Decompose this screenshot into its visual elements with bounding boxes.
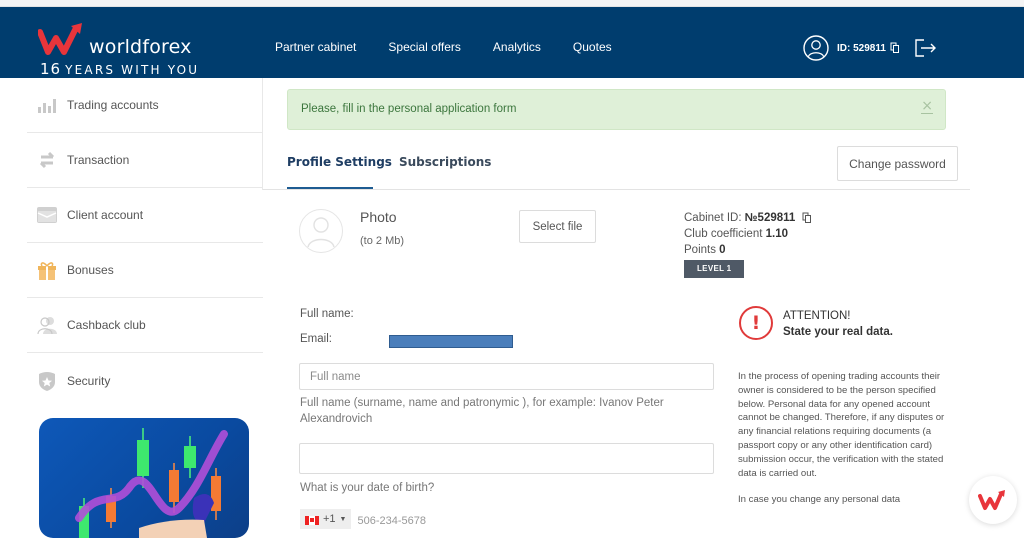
sidebar-item-label: Transaction [67, 153, 130, 167]
phone-input[interactable]: 506-234-5678 [357, 515, 426, 527]
sidebar: Trading accounts Transaction Client acco… [27, 78, 263, 408]
trading-illustration [75, 428, 228, 538]
points-row: Points 0 [684, 242, 812, 258]
attention-heading: ATTENTION! State your real data. [783, 308, 893, 340]
attention-paragraph: In the process of opening trading accoun… [738, 371, 945, 479]
brand-tagline: 16 YEARS WITH YOU [40, 60, 199, 78]
tab-profile-settings[interactable]: Profile Settings [287, 155, 392, 169]
transfer-arrows-icon [37, 150, 57, 170]
cabinet-info: Cabinet ID: №529811 Club coefficient 1.1… [684, 210, 812, 278]
cabinet-id-value: №529811 [744, 212, 796, 224]
phone-field: +1 ▼ 506-234-5678 [300, 509, 426, 529]
nav-quotes[interactable]: Quotes [573, 40, 612, 54]
copy-icon[interactable] [802, 212, 812, 224]
top-nav: Partner cabinet Special offers Analytics… [275, 40, 644, 54]
attention-paragraph: In case you change any personal data [738, 494, 901, 506]
sidebar-item-label: Cashback club [67, 318, 146, 332]
worldforex-w-icon [978, 490, 1005, 510]
sidebar-item-cashback-club[interactable]: Cashback club [27, 298, 263, 353]
tab-subscriptions[interactable]: Subscriptions [399, 155, 491, 169]
date-of-birth-hint: What is your date of birth? [300, 482, 435, 494]
nav-special-offers[interactable]: Special offers [388, 40, 461, 54]
sidebar-item-bonuses[interactable]: Bonuses [27, 243, 263, 298]
user-circle-icon[interactable] [803, 35, 829, 61]
brand-name: worldforex [89, 36, 192, 58]
country-code: +1 [323, 513, 336, 525]
club-coefficient-value: 1.10 [765, 228, 789, 240]
exclamation-icon: ! [739, 306, 773, 340]
select-file-button[interactable]: Select file [519, 210, 596, 243]
change-password-button[interactable]: Change password [837, 146, 958, 181]
full-name-hint: Full name (surname, name and patronymic … [300, 397, 664, 425]
chevron-down-icon: ▼ [339, 516, 347, 523]
user-silhouette-icon [307, 217, 335, 248]
attention-subtitle: State your real data. [783, 326, 893, 338]
club-coefficient-row: Club coefficient 1.10 [684, 226, 812, 242]
chat-widget-button[interactable] [969, 476, 1017, 524]
date-of-birth-input[interactable] [299, 443, 714, 474]
sidebar-item-label: Trading accounts [67, 98, 159, 112]
logout-icon[interactable] [914, 38, 938, 58]
level-badge: LEVEL 1 [684, 260, 745, 278]
email-redacted [389, 335, 513, 348]
attention-body: In the process of opening trading accoun… [738, 370, 948, 520]
full-name-label: Full name: [300, 308, 354, 320]
sidebar-item-label: Bonuses [67, 263, 114, 277]
sidebar-item-label: Security [67, 373, 111, 388]
photo-size-limit: (to 2 Mb) [360, 235, 405, 247]
sidebar-item-trading-accounts[interactable]: Trading accounts [27, 78, 263, 133]
user-panel: ID: 529811 [803, 35, 938, 61]
shield-star-icon [37, 371, 57, 391]
email-label: Email: [300, 333, 332, 345]
sidebar-item-security[interactable]: Security [27, 353, 263, 408]
wallet-icon [37, 205, 57, 225]
close-icon[interactable]: × [921, 99, 933, 114]
tagline-number: 16 [40, 60, 62, 78]
browser-top-strip [0, 0, 1024, 7]
cabinet-id-label: Cabinet ID: [684, 212, 742, 224]
cabinet-id-row: Cabinet ID: №529811 [684, 210, 812, 226]
copy-icon[interactable] [890, 42, 900, 54]
users-icon [37, 315, 57, 335]
site-header: worldforex 16 YEARS WITH YOU Partner cabi… [0, 7, 1024, 78]
sidebar-item-transaction[interactable]: Transaction [27, 133, 263, 188]
gift-icon [37, 260, 57, 280]
full-name-input[interactable] [299, 363, 714, 390]
tagline-text: YEARS WITH YOU [65, 63, 200, 77]
photo-title: Photo [360, 209, 397, 225]
active-tab-indicator [287, 187, 373, 189]
worldforex-w-icon [38, 23, 82, 55]
sidebar-item-label: Client account [67, 208, 144, 222]
sidebar-item-client-account[interactable]: Client account [27, 188, 263, 243]
alert-fill-form: Please, fill in the personal application… [287, 89, 946, 130]
nav-partner-cabinet[interactable]: Partner cabinet [275, 40, 356, 54]
country-code-select[interactable]: +1 ▼ [300, 509, 352, 529]
club-coefficient-label: Club coefficient [684, 228, 763, 240]
user-id: ID: 529811 [837, 42, 886, 54]
alert-text: Please, fill in the personal application… [301, 103, 517, 115]
promo-banner[interactable] [39, 418, 249, 538]
nav-analytics[interactable]: Analytics [493, 40, 541, 54]
avatar-placeholder [299, 209, 343, 253]
attention-title: ATTENTION! [783, 310, 851, 322]
points-value: 0 [719, 244, 726, 256]
points-label: Points [684, 244, 716, 256]
bar-chart-icon [37, 95, 57, 115]
